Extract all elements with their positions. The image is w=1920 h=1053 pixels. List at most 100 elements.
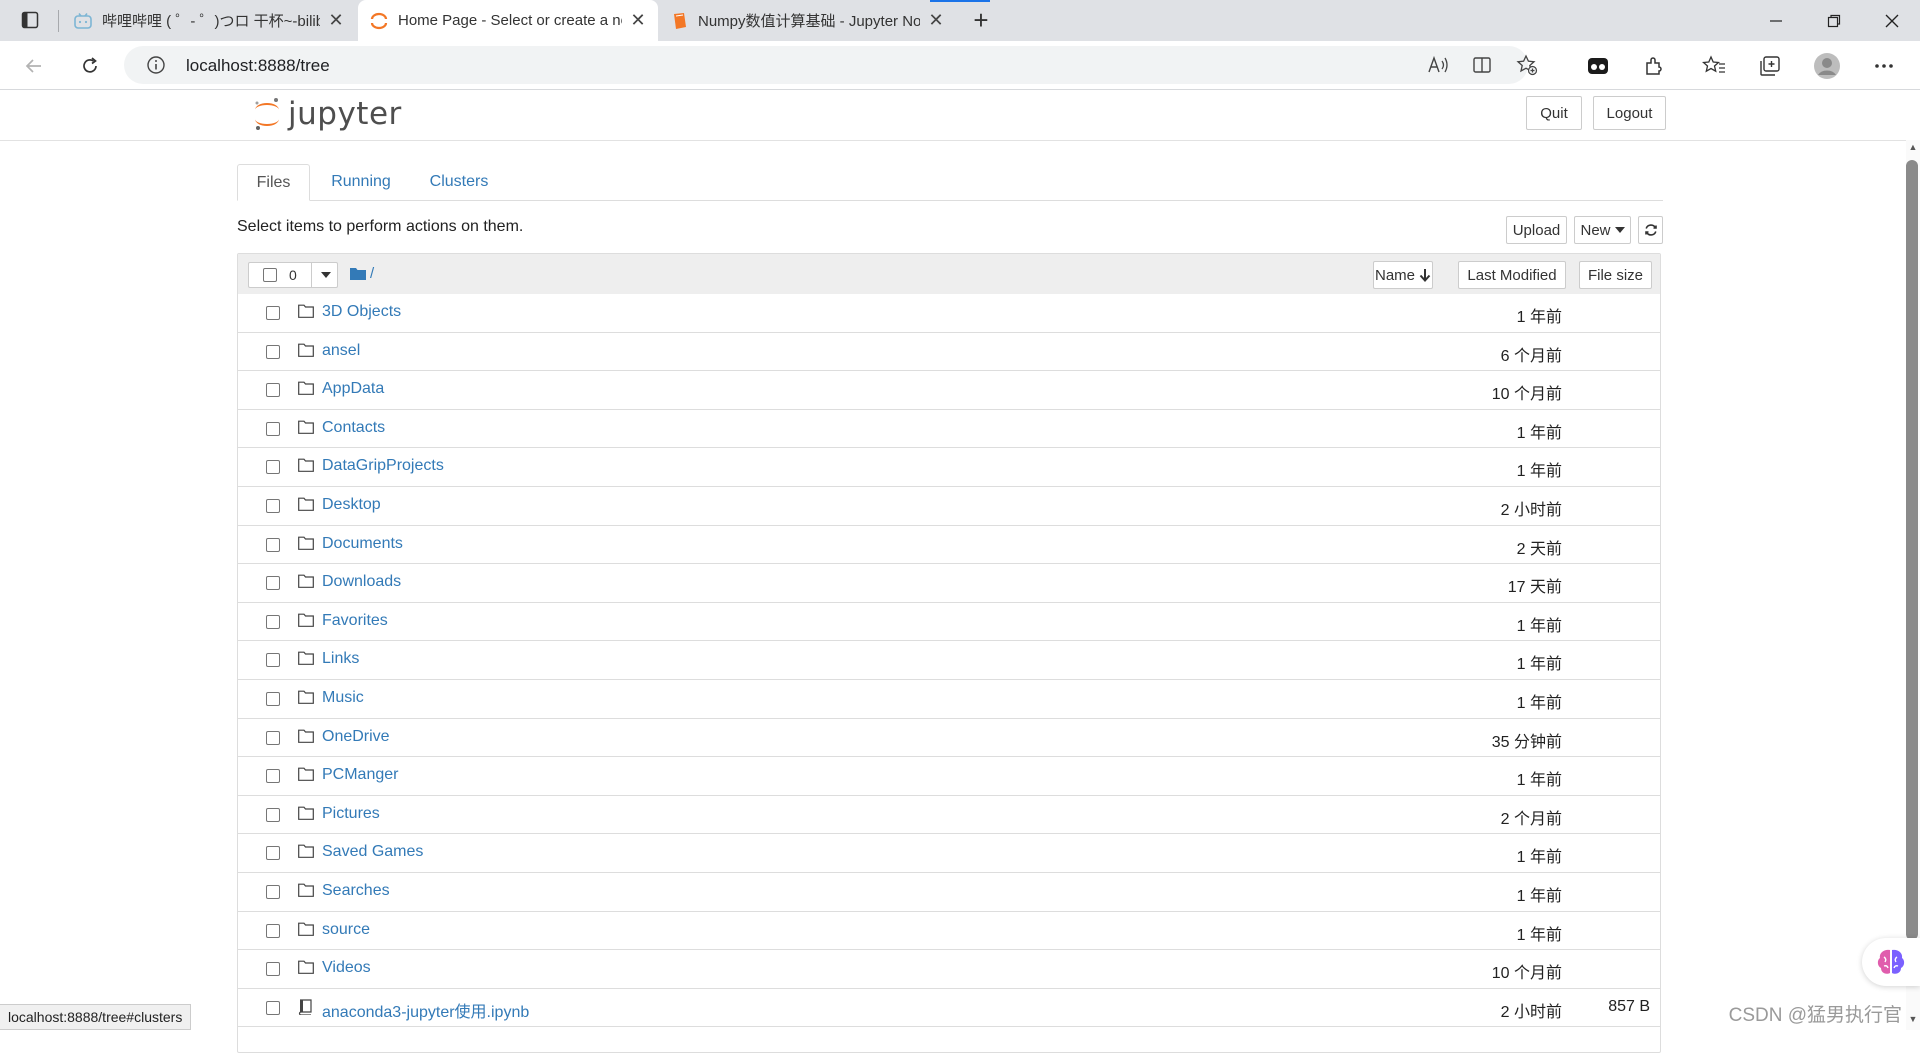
table-row[interactable]: 3D Objects 1 年前 [238,294,1660,333]
item-link[interactable]: 3D Objects [322,303,401,321]
scroll-up-arrow[interactable]: ▲ [1906,142,1920,156]
logout-button[interactable]: Logout [1593,96,1666,130]
new-dropdown-button[interactable]: New [1574,216,1631,244]
refresh-button[interactable] [74,50,106,82]
item-link[interactable]: Music [322,689,364,707]
sort-last-modified-button[interactable]: Last Modified [1458,261,1566,289]
tab-close-icon[interactable]: ✕ [328,10,344,31]
collections-icon[interactable] [1754,50,1786,82]
table-row[interactable]: Documents 2 天前 [238,525,1660,565]
item-link[interactable]: Documents [322,535,403,553]
profile-avatar[interactable] [1811,50,1843,82]
row-checkbox[interactable] [266,807,280,822]
select-dropdown-button[interactable] [311,263,340,287]
select-all-group[interactable]: 0 [248,262,338,288]
jupyter-logo[interactable]: jupyter [252,96,402,132]
tab-actions-button[interactable] [16,6,44,34]
item-link[interactable]: Pictures [322,805,380,823]
row-checkbox[interactable] [266,653,280,668]
add-favorite-icon[interactable] [1513,51,1541,79]
item-link[interactable]: ansel [322,342,360,360]
address-bar[interactable]: localhost:8888/tree [124,46,1538,84]
scrollbar-thumb[interactable] [1906,160,1918,940]
quit-button[interactable]: Quit [1526,96,1582,130]
row-checkbox[interactable] [266,576,280,591]
new-tab-button[interactable]: + [966,6,996,36]
select-all-checkbox[interactable] [263,268,277,282]
table-row[interactable]: Music 1 年前 [238,680,1660,719]
table-row[interactable]: Videos 10 个月前 [238,950,1660,989]
row-checkbox[interactable] [266,885,280,899]
back-button[interactable] [18,50,50,82]
item-link[interactable]: Saved Games [322,843,423,861]
row-checkbox[interactable] [266,383,280,398]
table-row[interactable]: Searches 1 年前 [238,873,1660,912]
item-link[interactable]: Contacts [322,419,385,437]
row-checkbox[interactable] [266,614,280,629]
table-row[interactable]: Pictures 2 个月前 [238,795,1660,835]
row-checkbox[interactable] [266,1000,280,1015]
scroll-down-arrow[interactable]: ▼ [1906,1014,1920,1028]
reading-view-icon[interactable] [1468,51,1496,79]
tab-files[interactable]: Files [237,164,310,201]
tab-close-icon[interactable]: ✕ [928,10,944,31]
row-checkbox[interactable] [266,499,280,513]
item-link[interactable]: Desktop [322,496,381,514]
table-row[interactable]: Favorites 1 年前 [238,602,1660,642]
row-checkbox[interactable] [266,769,280,784]
row-checkbox[interactable] [266,460,280,475]
table-row[interactable]: anaconda3-jupyter使用.ipynb 2 小时前 857 B [238,988,1660,1028]
table-row[interactable]: Saved Games 1 年前 [238,834,1660,873]
table-row[interactable]: PCManger 1 年前 [238,757,1660,796]
row-checkbox[interactable] [266,730,280,745]
tab-bilibili[interactable]: 哔哩哔哩 ( ゜- ゜)つロ 干杯~-bilibili ✕ [62,0,356,41]
row-checkbox[interactable] [266,962,280,977]
copilot-floating-button[interactable] [1862,938,1920,986]
row-checkbox[interactable] [266,344,280,359]
favorites-icon[interactable] [1698,50,1730,82]
table-row[interactable]: Links 1 年前 [238,641,1660,680]
sort-name-button[interactable]: Name [1373,261,1433,289]
table-row[interactable]: Downloads 17 天前 [238,564,1660,603]
breadcrumb[interactable]: / [350,265,374,282]
item-link[interactable]: AppData [322,380,384,398]
table-row[interactable]: Contacts 1 年前 [238,409,1660,449]
refresh-list-button[interactable] [1638,216,1663,244]
item-link[interactable]: Favorites [322,612,388,630]
site-info-icon[interactable] [142,51,170,79]
item-link[interactable]: anaconda3-jupyter使用.ipynb [322,998,529,1022]
item-link[interactable]: DataGripProjects [322,457,444,475]
tab-clusters[interactable]: Clusters [413,164,505,200]
row-checkbox[interactable] [266,421,280,436]
row-checkbox[interactable] [266,537,280,552]
row-checkbox[interactable] [266,306,280,320]
item-link[interactable]: PCManger [322,766,398,784]
table-row[interactable]: DataGripProjects 1 年前 [238,448,1660,487]
row-checkbox[interactable] [266,923,280,938]
close-window-button[interactable] [1864,0,1920,41]
tab-running[interactable]: Running [317,164,405,200]
table-row[interactable]: Desktop 2 小时前 [238,487,1660,526]
item-link[interactable]: Videos [322,959,371,977]
table-row[interactable]: OneDrive 35 分钟前 [238,718,1660,758]
tab-jupyter-home[interactable]: Home Page - Select or create a notebook … [358,0,658,41]
row-checkbox[interactable] [266,846,280,861]
minimize-button[interactable] [1748,0,1804,41]
sort-file-size-button[interactable]: File size [1579,261,1652,289]
item-link[interactable]: Downloads [322,573,401,591]
item-link[interactable]: OneDrive [322,728,390,746]
tab-numpy-notebook[interactable]: Numpy数值计算基础 - Jupyter Notebook ✕ [660,0,956,41]
row-checkbox[interactable] [266,692,280,706]
breadcrumb-root[interactable]: / [370,265,374,282]
read-aloud-icon[interactable] [1424,51,1452,79]
table-row[interactable]: AppData 10 个月前 [238,371,1660,410]
collections-app-icon[interactable] [1582,50,1614,82]
upload-button[interactable]: Upload [1506,216,1567,244]
item-link[interactable]: source [322,921,370,939]
extensions-icon[interactable] [1638,50,1670,82]
table-row[interactable]: source 1 年前 [238,911,1660,951]
table-row[interactable]: ansel 6 个月前 [238,332,1660,372]
restore-button[interactable] [1806,0,1862,41]
settings-more-button[interactable] [1868,50,1900,82]
tab-close-icon[interactable]: ✕ [630,10,646,31]
